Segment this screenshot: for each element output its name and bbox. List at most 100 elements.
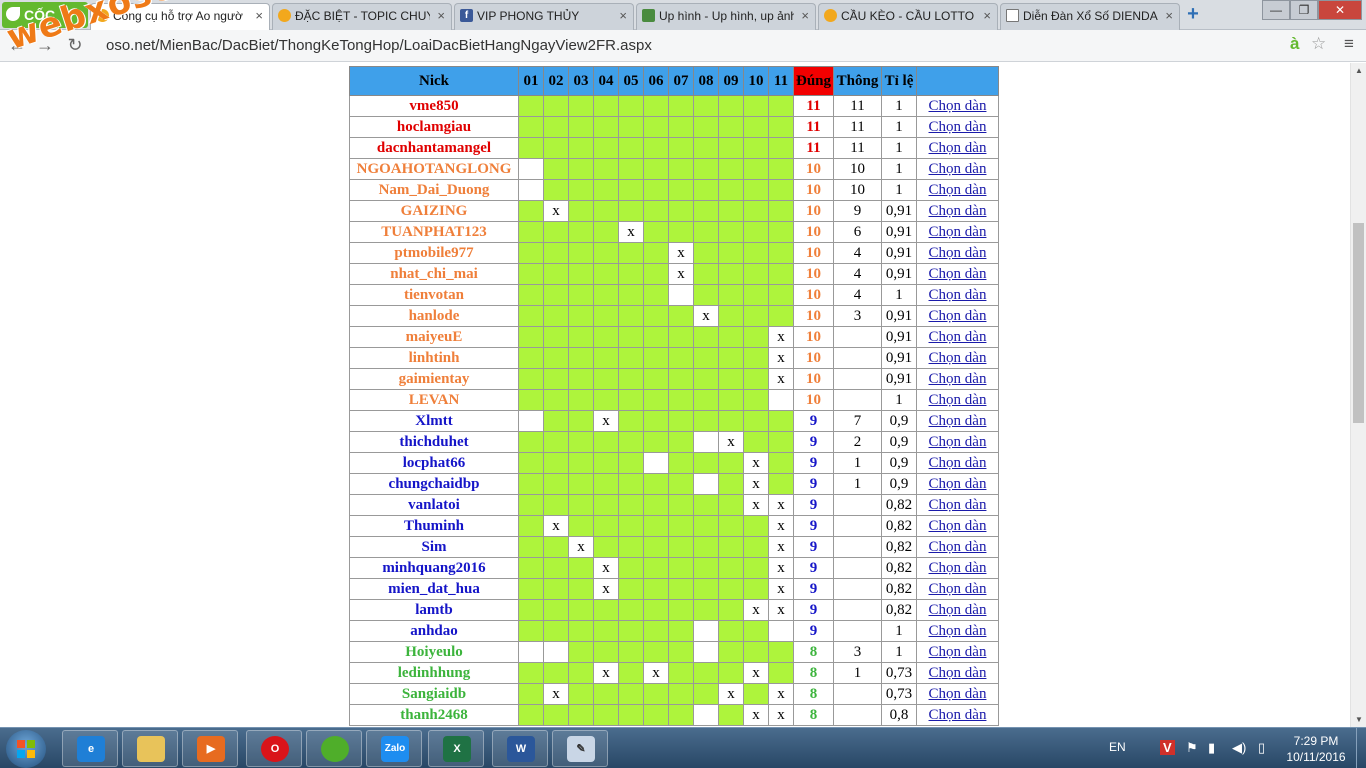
- chon-dan-link[interactable]: Chọn dàn: [929, 98, 987, 114]
- maximize-button[interactable]: ❐: [1290, 0, 1318, 20]
- thong-cell: 1: [833, 473, 882, 495]
- media-player-icon[interactable]: ▶: [182, 730, 238, 767]
- hit-cell: [618, 620, 644, 642]
- chon-dan-link[interactable]: Chọn dàn: [929, 245, 987, 261]
- excel-icon[interactable]: X: [428, 730, 484, 767]
- chon-dan-link[interactable]: Chọn dàn: [929, 497, 987, 513]
- chon-dan-link[interactable]: Chọn dàn: [929, 287, 987, 303]
- opera-icon[interactable]: O: [246, 730, 302, 767]
- chon-dan-link[interactable]: Chọn dàn: [929, 476, 987, 492]
- chon-dan-link[interactable]: Chọn dàn: [929, 539, 987, 555]
- battery-icon[interactable]: ▯: [1258, 740, 1265, 756]
- tile-cell: 0,9: [881, 431, 917, 453]
- hit-cell: [568, 662, 594, 684]
- minimize-button[interactable]: —: [1262, 0, 1290, 20]
- clock[interactable]: 7:29 PM 10/11/2016: [1286, 733, 1346, 765]
- chon-dan-link[interactable]: Chọn dàn: [929, 434, 987, 450]
- hit-cell: [743, 263, 769, 285]
- menu-icon[interactable]: ≡: [1344, 34, 1354, 54]
- browser-tab[interactable]: f VIP PHONG THỦY ×: [454, 3, 634, 30]
- hit-cell: [693, 389, 719, 411]
- coccoc-icon[interactable]: [306, 730, 362, 767]
- new-tab-button[interactable]: +: [1182, 4, 1204, 24]
- hit-cell: [593, 494, 619, 516]
- chon-dan-link[interactable]: Chọn dàn: [929, 308, 987, 324]
- antivirus-icon[interactable]: V: [1160, 740, 1175, 755]
- hit-cell: [668, 137, 694, 159]
- close-tab-icon[interactable]: ×: [255, 4, 263, 28]
- zalo-icon[interactable]: Zalo: [366, 730, 422, 767]
- browser-tab[interactable]: Diễn Đàn Xổ Số DIENDA ×: [1000, 3, 1180, 30]
- flag-icon[interactable]: ⚑: [1186, 740, 1198, 756]
- chon-dan-link[interactable]: Chọn dàn: [929, 623, 987, 639]
- table-row: lamtb x x 9 0,82 Chọn dàn: [349, 599, 999, 621]
- page-scrollbar[interactable]: ▲ ▼: [1350, 63, 1366, 727]
- close-tab-icon[interactable]: ×: [983, 4, 991, 28]
- empty-cell: [693, 620, 719, 642]
- close-tab-icon[interactable]: ×: [1165, 4, 1173, 28]
- chon-dan-link[interactable]: Chọn dàn: [929, 581, 987, 597]
- hit-cell: [718, 95, 744, 117]
- hit-cell: [593, 158, 619, 180]
- chon-dan-link[interactable]: Chọn dàn: [929, 371, 987, 387]
- chon-dan-link[interactable]: Chọn dàn: [929, 518, 987, 534]
- network-icon[interactable]: ▮: [1208, 740, 1215, 756]
- chon-dan-link[interactable]: Chọn dàn: [929, 266, 987, 282]
- empty-cell: [643, 452, 669, 474]
- action-cell: Chọn dàn: [916, 200, 999, 222]
- chon-dan-link[interactable]: Chọn dàn: [929, 350, 987, 366]
- chon-dan-link[interactable]: Chọn dàn: [929, 329, 987, 345]
- hit-cell: [743, 683, 769, 705]
- show-desktop-button[interactable]: [1356, 728, 1366, 768]
- chon-dan-link[interactable]: Chọn dàn: [929, 224, 987, 240]
- close-window-button[interactable]: ✕: [1318, 0, 1362, 20]
- chon-dan-link[interactable]: Chọn dàn: [929, 203, 987, 219]
- volume-icon[interactable]: ◀): [1232, 740, 1246, 756]
- chon-dan-link[interactable]: Chọn dàn: [929, 707, 987, 723]
- browser-tab[interactable]: CẦU KÈO - CẦU LOTTO ×: [818, 3, 998, 30]
- close-tab-icon[interactable]: ×: [801, 4, 809, 28]
- hit-cell: [593, 704, 619, 726]
- browser-tab[interactable]: Up hình - Up hình, up ảnh ×: [636, 3, 816, 30]
- close-tab-icon[interactable]: ×: [619, 4, 627, 28]
- tile-cell: 0,9: [881, 410, 917, 432]
- miss-cell: x: [768, 704, 794, 726]
- hit-cell: [543, 368, 569, 390]
- hit-cell: [693, 599, 719, 621]
- word-icon[interactable]: W: [492, 730, 548, 767]
- chon-dan-link[interactable]: Chọn dàn: [929, 644, 987, 660]
- browser-tab[interactable]: ĐẶC BIỆT - TOPIC CHUYÊ ×: [272, 3, 452, 30]
- windows-taskbar: e ▶ O Zalo X W ✎ EN V ⚑ ▮ ◀) ▯ 7:29 PM 1…: [0, 727, 1366, 768]
- nick-cell: hanlode: [349, 305, 519, 327]
- close-tab-icon[interactable]: ×: [437, 4, 445, 28]
- hit-cell: [643, 221, 669, 243]
- file-explorer-icon[interactable]: [122, 730, 178, 767]
- language-indicator[interactable]: EN: [1109, 740, 1126, 754]
- chon-dan-link[interactable]: Chọn dàn: [929, 119, 987, 135]
- thong-cell: 9: [833, 200, 882, 222]
- internet-explorer-icon[interactable]: e: [62, 730, 118, 767]
- chon-dan-link[interactable]: Chọn dàn: [929, 602, 987, 618]
- translate-icon[interactable]: à: [1290, 34, 1299, 54]
- hit-cell: [568, 452, 594, 474]
- chon-dan-link[interactable]: Chọn dàn: [929, 392, 987, 408]
- chon-dan-link[interactable]: Chọn dàn: [929, 140, 987, 156]
- chon-dan-link[interactable]: Chọn dàn: [929, 560, 987, 576]
- chon-dan-link[interactable]: Chọn dàn: [929, 686, 987, 702]
- scroll-up-icon[interactable]: ▲: [1351, 66, 1366, 75]
- bookmark-star-icon[interactable]: ☆: [1311, 34, 1326, 54]
- chon-dan-link[interactable]: Chọn dàn: [929, 161, 987, 177]
- scroll-thumb[interactable]: [1353, 223, 1364, 423]
- hit-cell: [743, 536, 769, 558]
- hit-cell: [593, 620, 619, 642]
- scroll-down-icon[interactable]: ▼: [1351, 715, 1366, 724]
- chon-dan-link[interactable]: Chọn dàn: [929, 413, 987, 429]
- start-button[interactable]: [6, 730, 46, 768]
- chon-dan-link[interactable]: Chọn dàn: [929, 455, 987, 471]
- paint-icon[interactable]: ✎: [552, 730, 608, 767]
- chon-dan-link[interactable]: Chọn dàn: [929, 665, 987, 681]
- tile-cell: 0,82: [881, 599, 917, 621]
- chon-dan-link[interactable]: Chọn dàn: [929, 182, 987, 198]
- hit-cell: [718, 473, 744, 495]
- address-bar[interactable]: oso.net/MienBac/DacBiet/ThongKeTongHop/L…: [98, 33, 1334, 58]
